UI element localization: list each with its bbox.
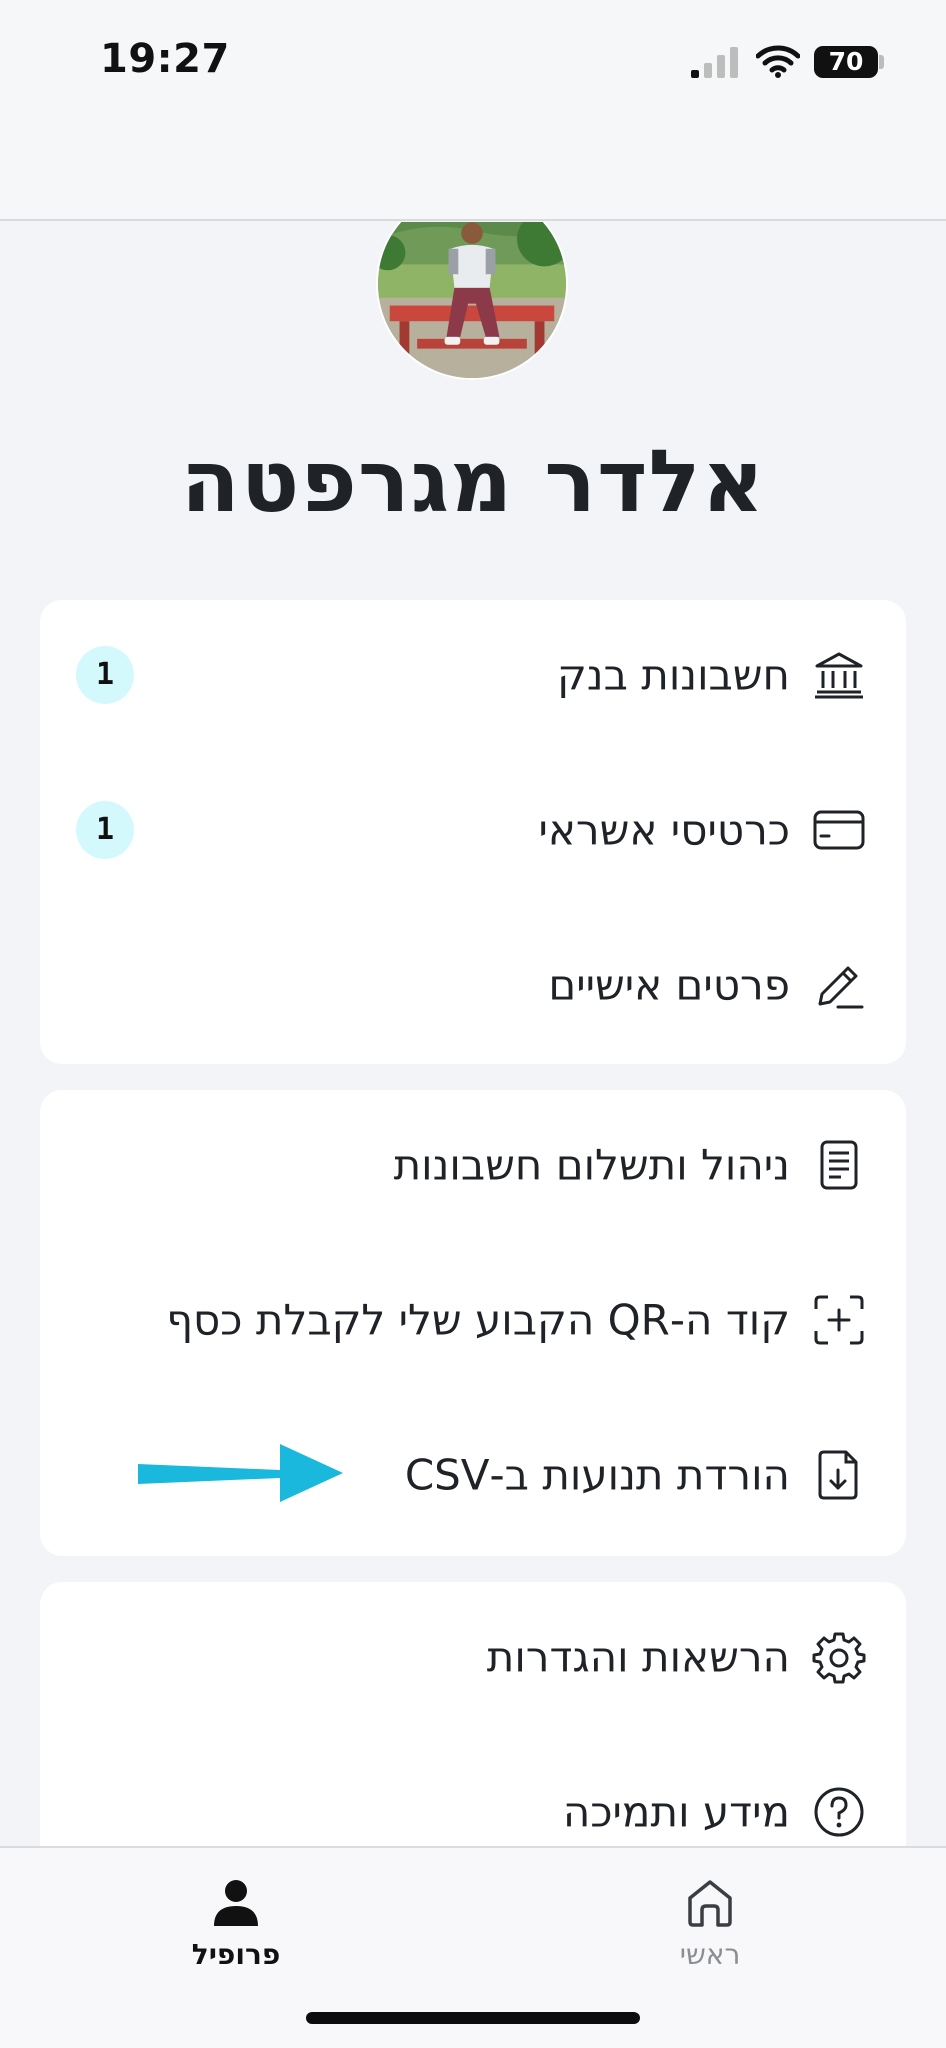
tab-label: ראשי bbox=[679, 1938, 741, 1971]
home-icon bbox=[688, 1880, 732, 1927]
cellular-signal-icon bbox=[691, 47, 738, 78]
count-badge: 1 bbox=[76, 646, 134, 704]
credit-card-icon bbox=[812, 803, 866, 857]
menu-item-settings[interactable]: הרשאות והגדרות bbox=[40, 1582, 906, 1732]
battery-cap bbox=[879, 55, 884, 69]
menu-label: קוד ה-QR הקבוע שלי לקבלת כסף bbox=[166, 1295, 790, 1345]
bank-icon bbox=[812, 648, 866, 702]
menu-label: חשבונות בנק bbox=[556, 650, 790, 700]
status-bar: 19:27 70 bbox=[0, 0, 946, 221]
profile-name: אלדר מגרפטה bbox=[180, 432, 766, 532]
battery-icon: 70 bbox=[814, 46, 878, 78]
tab-label: פרופיל bbox=[191, 1938, 281, 1971]
count-badge: 1 bbox=[76, 801, 134, 859]
menu-item-credit-cards[interactable]: כרטיסי אשראי 1 bbox=[40, 755, 906, 905]
menu-item-bank-accounts[interactable]: חשבונות בנק 1 bbox=[40, 600, 906, 750]
file-download-icon bbox=[812, 1448, 866, 1502]
menu-label: הרשאות והגדרות bbox=[486, 1632, 790, 1682]
menu-label: פרטים אישיים bbox=[548, 960, 790, 1010]
menu-label: ניהול ותשלום חשבונות bbox=[393, 1140, 790, 1190]
gear-icon bbox=[812, 1630, 866, 1684]
menu-card-accounts: חשבונות בנק 1 כרטיסי אשראי 1 פרטים אישיי… bbox=[40, 600, 906, 1064]
menu-label: מידע ותמיכה bbox=[562, 1787, 790, 1837]
help-icon bbox=[812, 1785, 866, 1839]
annotation-arrow-icon bbox=[138, 1444, 343, 1502]
person-icon bbox=[214, 1880, 258, 1926]
status-time: 19:27 bbox=[100, 36, 230, 82]
home-indicator[interactable] bbox=[306, 2012, 640, 2024]
menu-label: כרטיסי אשראי bbox=[538, 805, 790, 855]
document-icon bbox=[812, 1138, 866, 1192]
menu-label: הורדת תנועות ב-CSV bbox=[404, 1450, 790, 1500]
tab-profile[interactable]: פרופיל bbox=[136, 1862, 336, 1982]
tab-home[interactable]: ראשי bbox=[610, 1862, 810, 1982]
pencil-icon bbox=[812, 958, 866, 1012]
menu-item-qr-code[interactable]: קוד ה-QR הקבוע שלי לקבלת כסף bbox=[40, 1245, 906, 1395]
qr-scan-icon bbox=[812, 1293, 866, 1347]
wifi-icon bbox=[756, 45, 800, 78]
menu-item-bills[interactable]: ניהול ותשלום חשבונות bbox=[40, 1090, 906, 1240]
profile-screen: 19:27 70 אלדר מגרפטה חשבונות בנק 1 כרטיס… bbox=[0, 0, 946, 2048]
menu-item-personal-details[interactable]: פרטים אישיים bbox=[40, 910, 906, 1060]
